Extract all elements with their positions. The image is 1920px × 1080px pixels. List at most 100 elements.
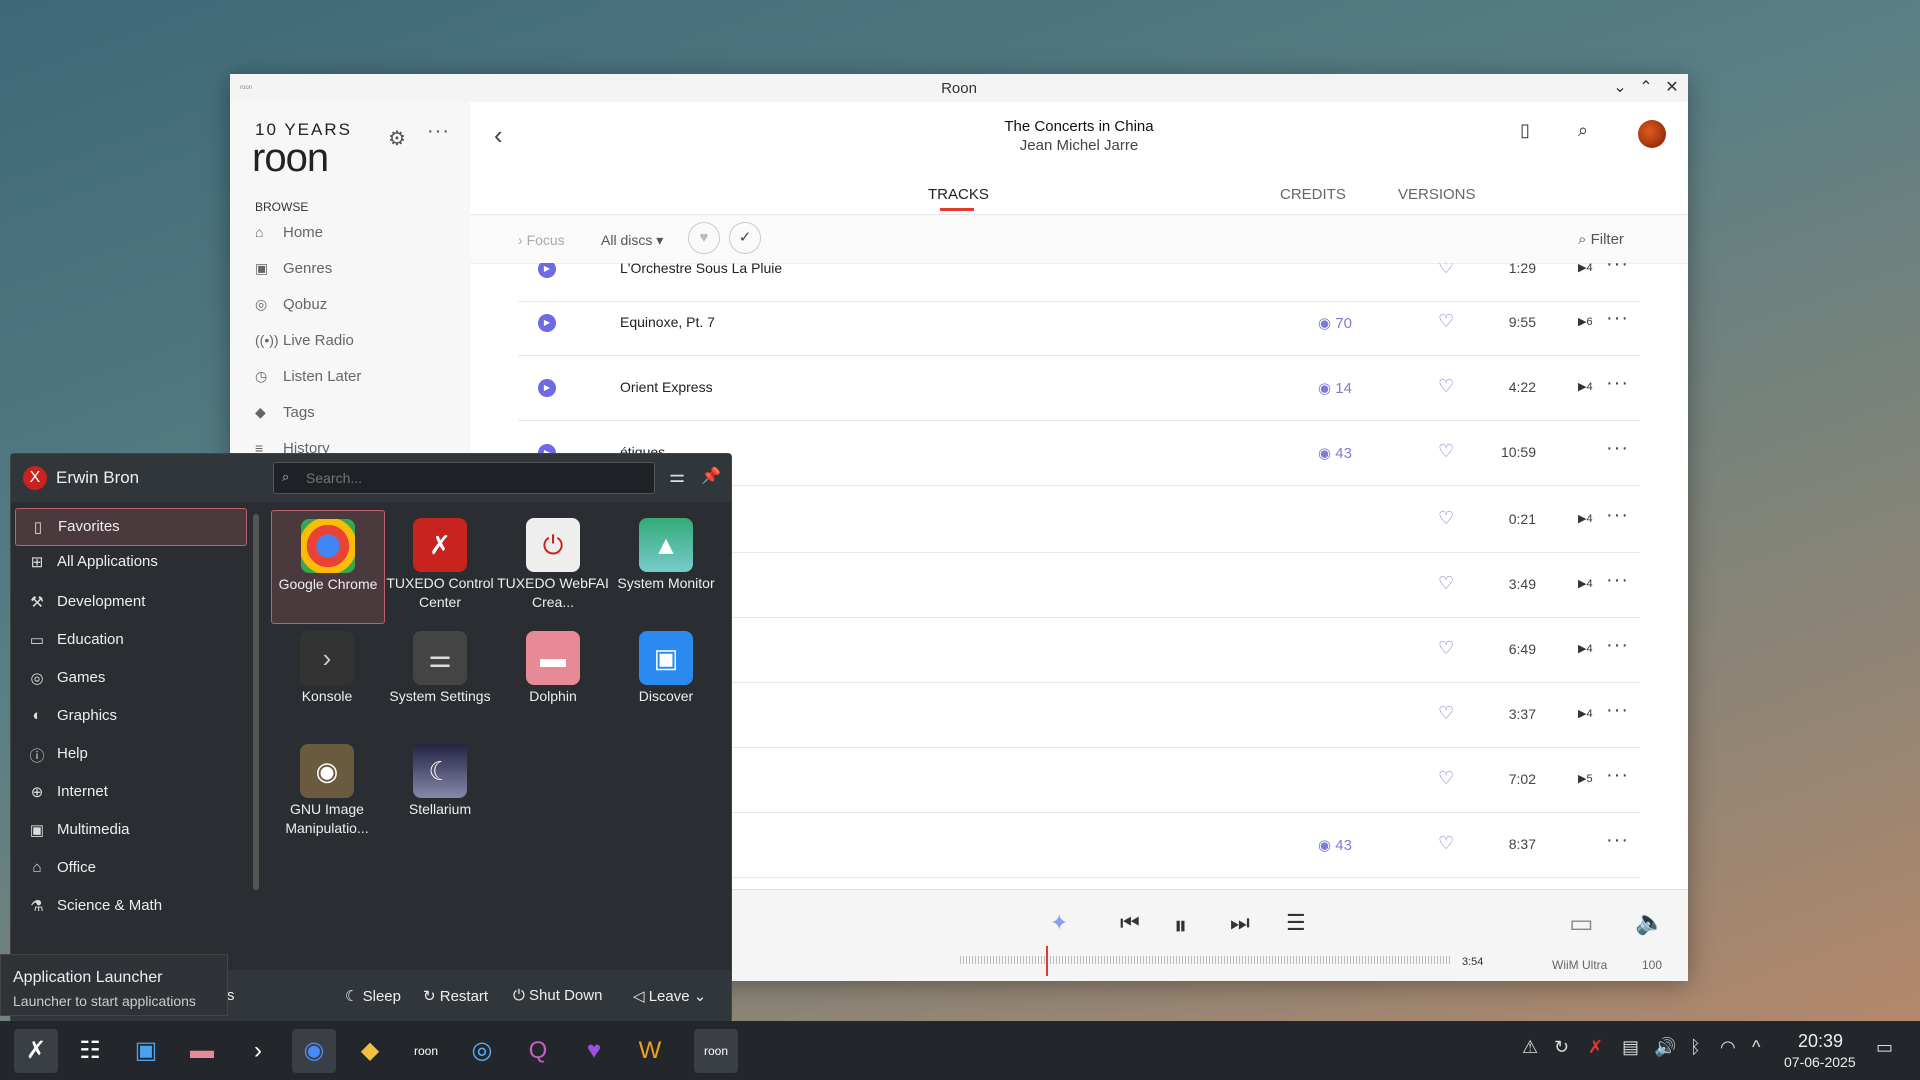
category-item[interactable]: ⊞ All Applications [15,544,245,580]
next-icon[interactable]: ⏭ [1230,910,1250,936]
heart-icon[interactable]: ♡ [1438,441,1454,462]
more-icon[interactable]: ··· [1606,764,1629,787]
track-name[interactable]: L'Orchestre Sous La Pluie [620,263,782,276]
clock-time[interactable]: 20:39 [1798,1031,1843,1052]
player-taskbar-icon[interactable]: ◎ [460,1029,504,1073]
nav-home[interactable]: ⌂ Home [255,224,323,254]
app-tile[interactable]: ▣ Discover [610,623,722,735]
shutdown-button[interactable]: ⏻ Shut Down [513,987,602,1004]
roon-taskbar-icon[interactable]: roon [404,1029,448,1073]
heart-icon[interactable]: ♡ [1438,703,1454,724]
category-item[interactable]: ⚒ Development [15,584,245,620]
tab-credits[interactable]: CREDITS [1280,186,1346,203]
nav-qobuz[interactable]: ◎ Qobuz [255,296,327,326]
heart-icon[interactable]: ♡ [1438,768,1454,789]
tuxedo-tray-icon[interactable]: ✗ [1588,1037,1603,1058]
user-avatar[interactable]: X [23,466,47,490]
app-taskbar-icon[interactable]: ◆ [348,1029,392,1073]
wiim-taskbar-icon[interactable]: W [628,1029,672,1073]
category-item[interactable]: ◎ Games [15,660,245,696]
focus-button[interactable]: › Focus [518,232,565,248]
more-icon[interactable]: ··· [1606,504,1629,527]
app-tile[interactable]: ▬ Dolphin [497,623,609,735]
restart-button[interactable]: ↻ Restart [423,987,488,1005]
heart-icon[interactable]: ♡ [1438,833,1454,854]
all-discs-dropdown[interactable]: All discs ▾ [601,232,663,249]
table-row[interactable]: ▶ Orient Express ◉ 14 ♡ 4:22 ▶4 ··· [518,356,1640,421]
tray-expand-icon[interactable]: ^ [1752,1037,1760,1058]
dolphin-taskbar-icon[interactable]: ▬ [180,1029,224,1073]
category-item[interactable]: ⚗ Science & Math [15,888,245,924]
app-tile[interactable]: ⏻ TUXEDO WebFAI Crea... [497,510,609,622]
gear-icon[interactable]: ⚙ [388,126,406,151]
scrollbar[interactable] [253,514,259,890]
track-name[interactable]: Equinoxe, Pt. 7 [620,314,715,330]
speaker-device-icon[interactable]: ▭ [1569,908,1594,939]
nav-genres[interactable]: ▣ Genres [255,260,332,290]
heart-filter-icon[interactable]: ♥ [688,222,720,254]
queue-icon[interactable]: ☰ [1286,910,1306,936]
app-tile[interactable]: ▲ System Monitor [610,510,722,622]
pause-icon[interactable]: ⏸ [1174,910,1187,942]
heart-icon[interactable]: ♡ [1438,508,1454,529]
heart-icon[interactable]: ♡ [1438,376,1454,397]
category-item[interactable]: ▯ Favorites [15,508,247,546]
search-icon[interactable]: ⌕ [1578,120,1588,141]
category-item[interactable]: ▭ Education [15,622,245,658]
minimize-icon[interactable]: ⌄ [1609,78,1631,98]
heart-icon[interactable]: ♡ [1438,263,1454,278]
play-icon[interactable]: ▶ [538,314,556,332]
nav-tags[interactable]: ◆ Tags [255,404,315,434]
table-row[interactable]: ▶ Equinoxe, Pt. 7 ◉ 70 ♡ 9:55 ▶6 ··· [518,291,1640,356]
heart-icon[interactable]: ♡ [1438,638,1454,659]
app-tile[interactable]: › Konsole [271,623,383,735]
app-tile[interactable]: ✗ TUXEDO Control Center [384,510,496,622]
waveform-seekbar[interactable] [960,956,1450,964]
pin-icon[interactable]: 📌 [701,466,721,486]
chrome-taskbar-icon[interactable]: ◉ [292,1029,336,1073]
notifications-icon[interactable]: ⚠ [1522,1037,1538,1058]
app-tile[interactable]: ⚌ System Settings [384,623,496,735]
qobuz-taskbar-icon[interactable]: Q [516,1029,560,1073]
launcher-search[interactable]: ⌕ [273,462,655,494]
category-item[interactable]: ▣ Multimedia [15,812,245,848]
tab-versions[interactable]: VERSIONS [1398,186,1476,203]
category-item[interactable]: ◐ Graphics [15,698,245,734]
heart-app-taskbar-icon[interactable]: ♥ [572,1029,616,1073]
category-item[interactable]: ⊕ Internet [15,774,245,810]
bookmark-icon[interactable]: ▯ [1520,120,1530,141]
configure-icon[interactable]: ⚌ [669,466,685,487]
previous-icon[interactable]: ⏮ [1120,910,1140,936]
avatar[interactable] [1638,120,1666,148]
category-item[interactable]: ⌂ Office [15,850,245,886]
bluetooth-icon[interactable]: ᛒ [1690,1037,1701,1058]
wifi-icon[interactable]: ◠ [1720,1037,1736,1058]
play-icon[interactable]: ▶ [538,263,556,278]
clipboard-icon[interactable]: ▤ [1622,1037,1639,1058]
show-desktop-icon[interactable]: ▭ [1876,1037,1893,1058]
settings-taskbar-icon[interactable]: ☷ [68,1029,112,1073]
clock-date[interactable]: 07-06-2025 [1784,1054,1856,1070]
app-tile[interactable]: ◉ GNU Image Manipulatio... [271,736,383,848]
close-icon[interactable]: ✕ [1661,78,1683,98]
nav-live-radio[interactable]: ((•)) Live Radio [255,332,354,362]
tab-tracks[interactable]: TRACKS [928,186,989,203]
sleep-button[interactable]: ☾ Sleep [345,987,401,1005]
filter-button[interactable]: ⌕ Filter [1578,231,1624,248]
more-icon[interactable]: ··· [1606,372,1629,395]
more-icon[interactable]: ··· [1606,634,1629,657]
track-name[interactable]: Orient Express [620,379,713,395]
app-tile[interactable]: ☾ Stellarium [384,736,496,848]
konsole-taskbar-icon[interactable]: › [236,1029,280,1073]
discover-taskbar-icon[interactable]: ▣ [124,1029,168,1073]
more-icon[interactable]: ··· [1606,699,1629,722]
more-icon[interactable]: ··· [1606,437,1629,460]
more-icon[interactable]: ··· [1606,307,1629,330]
updates-icon[interactable]: ↻ [1554,1037,1569,1058]
album-artist[interactable]: Jean Michel Jarre [470,137,1688,154]
playhead[interactable] [1046,946,1048,976]
leave-button[interactable]: ◁ Leave ⌄ [633,987,706,1005]
volume-icon[interactable]: 🔈 [1635,908,1665,937]
app-tile[interactable]: Google Chrome [271,510,385,624]
search-input[interactable] [304,467,648,489]
